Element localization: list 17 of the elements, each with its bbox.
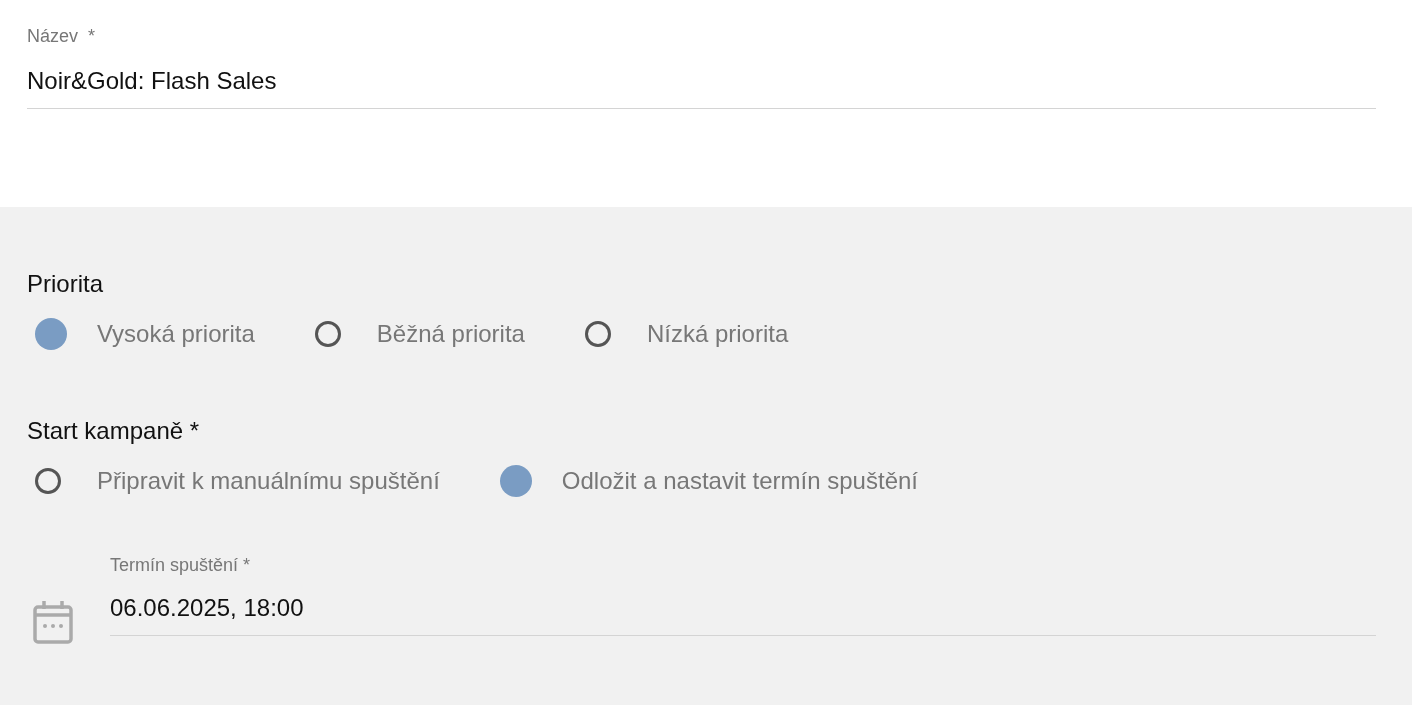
name-input[interactable]: Noir&Gold: Flash Sales xyxy=(27,66,1376,96)
radio-button[interactable] xyxy=(314,321,341,347)
required-mark: * xyxy=(88,26,96,46)
radio-label[interactable]: Běžná priorita xyxy=(376,319,525,349)
group-label: Priorita xyxy=(27,269,104,299)
radio-label[interactable]: Odložit a nastavit termín spuštění xyxy=(561,466,918,496)
radio-label[interactable]: Nízká priorita xyxy=(646,319,789,349)
field-label: Název xyxy=(27,26,79,46)
radio-label[interactable]: Vysoká priorita xyxy=(97,319,255,349)
field-label: Termín spuštění * xyxy=(110,554,252,577)
radio-label[interactable]: Připravit k manuálnímu spuštění xyxy=(97,466,440,496)
radio-button[interactable] xyxy=(499,465,532,497)
radio-button[interactable] xyxy=(584,321,611,347)
date-input[interactable]: 06.06.2025, 18:00 xyxy=(110,593,1376,623)
radio-button[interactable] xyxy=(35,318,67,350)
group-label: Start kampaně * xyxy=(27,416,200,446)
radio-button[interactable] xyxy=(35,468,61,494)
